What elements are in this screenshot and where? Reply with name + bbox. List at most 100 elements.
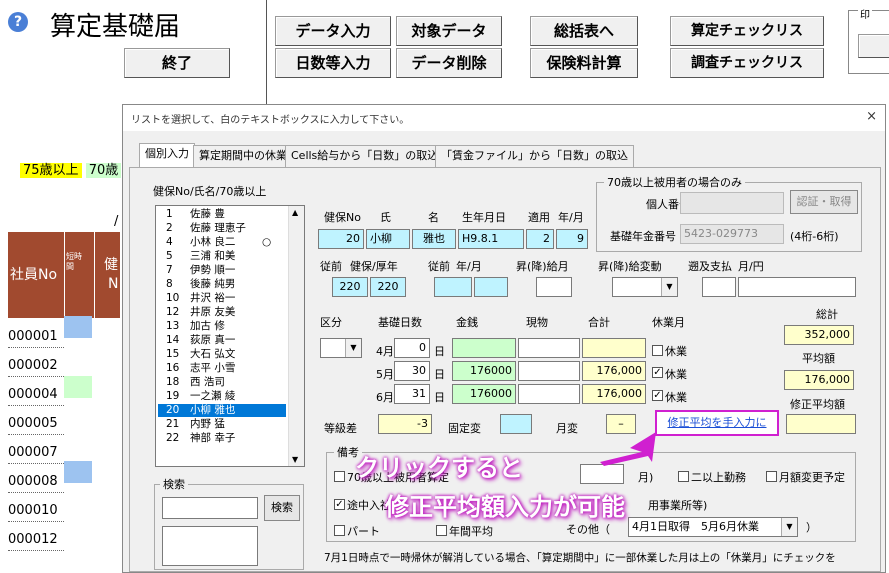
list-item[interactable]: 2 佐藤 理恵子: [158, 222, 286, 235]
list-item[interactable]: 14 荻原 真一: [158, 334, 286, 347]
list-item[interactable]: 19 一之瀬 綾: [158, 390, 286, 403]
tab-cells-import[interactable]: Cells給与から「日数」の取込: [285, 145, 445, 167]
sonota-select[interactable]: 4月1日取得 5月6月休業 ▼: [628, 517, 798, 537]
table-row[interactable]: 000008: [8, 471, 64, 493]
table-row[interactable]: 000007: [8, 442, 64, 464]
days-field[interactable]: 0: [394, 338, 430, 358]
days-field[interactable]: 31: [394, 384, 430, 404]
over70-checkbox[interactable]: [334, 471, 345, 482]
table-row[interactable]: 000005: [8, 413, 64, 435]
kubun-select[interactable]: ▼: [320, 338, 362, 358]
survey-checklist-button[interactable]: 調査チェックリス: [670, 48, 824, 78]
tekiyo-year-field[interactable]: 2: [526, 229, 554, 249]
birth-label: 生年月日: [462, 211, 506, 224]
list-item[interactable]: 7 伊勢 順一: [158, 264, 286, 277]
kyugyo-checkbox-checked[interactable]: ✓: [652, 390, 663, 401]
list-item[interactable]: 13 加古 修: [158, 320, 286, 333]
search-input[interactable]: [162, 497, 258, 519]
search-result[interactable]: [162, 526, 258, 566]
print-button[interactable]: [858, 34, 889, 58]
list-item[interactable]: 22 神部 幸子: [158, 432, 286, 445]
sokyu-label: 遡及支払: [688, 260, 732, 273]
kinsen-field[interactable]: [452, 338, 516, 358]
chevron-down-icon[interactable]: ▼: [345, 339, 361, 357]
list-item[interactable]: 8 後藤 純男: [158, 278, 286, 291]
jyuzen2-label: 従前: [428, 260, 450, 273]
list-item[interactable]: 1 佐藤 豊: [158, 208, 286, 221]
tochu-checkbox-checked[interactable]: ✓: [334, 499, 345, 510]
tab-wage-import[interactable]: 「賃金ファイル」から「日数」の取込: [435, 145, 634, 167]
list-item[interactable]: 4 小林 良二 ○: [158, 236, 286, 249]
kubun-label: 区分: [320, 316, 342, 329]
data-entry-button[interactable]: データ入力: [275, 16, 391, 46]
days-field[interactable]: 30: [394, 361, 430, 381]
list-item[interactable]: 18 西 浩司: [158, 376, 286, 389]
list-item-selected[interactable]: 20 小柳 雅也: [158, 404, 286, 417]
scroll-down-icon[interactable]: ▼: [292, 455, 298, 464]
gakugen-checkbox[interactable]: [766, 471, 777, 482]
list-item[interactable]: 12 井原 友美: [158, 306, 286, 319]
sokyu-month-field[interactable]: [702, 277, 736, 297]
chevron-down-icon[interactable]: ▼: [781, 518, 797, 536]
slash-mark: /: [114, 214, 119, 229]
annotation-line-2: 修正平均額入力が可能: [385, 493, 625, 521]
calc-checklist-button[interactable]: 算定チェックリス: [670, 16, 824, 46]
list-item[interactable]: 16 志平 小雪: [158, 362, 286, 375]
help-icon[interactable]: ?: [8, 12, 28, 32]
premium-calc-button[interactable]: 保険料計算: [530, 48, 638, 78]
kojin-bango-field[interactable]: [680, 192, 784, 214]
part-checkbox[interactable]: [334, 525, 345, 536]
list-item[interactable]: 15 大石 弘文: [158, 348, 286, 361]
kiso-nenkin-field[interactable]: 5423-029773: [680, 224, 784, 244]
tekiyo-month-field[interactable]: 9: [556, 229, 588, 249]
genbutsu-field[interactable]: [518, 384, 580, 404]
delete-data-button[interactable]: データ削除: [396, 48, 502, 78]
list-scrollbar[interactable]: ▲ ▼: [288, 206, 304, 466]
table-row[interactable]: 000002: [8, 355, 64, 377]
auth-button[interactable]: 認証・取得: [790, 190, 858, 214]
days-entry-button[interactable]: 日数等入力: [275, 48, 391, 78]
shoukou-month-field[interactable]: [536, 277, 572, 297]
first-name-field[interactable]: 雅也: [412, 229, 456, 249]
chevron-down-icon[interactable]: ▼: [661, 278, 677, 296]
table-row[interactable]: 000012: [8, 529, 64, 551]
tab-leave[interactable]: 算定期間中の休業: [193, 145, 293, 167]
jyuzen-kenpo-field[interactable]: 220: [332, 277, 368, 297]
nijou-checkbox[interactable]: [678, 471, 689, 482]
table-row[interactable]: 000001: [8, 326, 64, 348]
list-item[interactable]: 21 内野 猛: [158, 418, 286, 431]
list-item[interactable]: 5 三浦 和美: [158, 250, 286, 263]
jyuzen-month-field[interactable]: [474, 277, 508, 297]
tab-individual[interactable]: 個別入力: [139, 143, 195, 167]
goukei-field: 176,000: [582, 384, 646, 404]
target-data-button[interactable]: 対象データ: [396, 16, 502, 46]
genbutsu-field[interactable]: [518, 361, 580, 381]
exit-button[interactable]: 終了: [124, 48, 230, 78]
list-item[interactable]: 10 井沢 裕一: [158, 292, 286, 305]
summary-button[interactable]: 総括表へ: [530, 16, 638, 46]
kinsen-field[interactable]: 176000: [452, 384, 516, 404]
birth-field[interactable]: H9.8.1: [458, 229, 524, 249]
close-icon[interactable]: ×: [866, 109, 877, 124]
jyuzen-kousei-field[interactable]: 220: [370, 277, 406, 297]
table-row[interactable]: 000004: [8, 384, 64, 406]
scroll-up-icon[interactable]: ▲: [292, 208, 298, 217]
kyugyo-checkbox[interactable]: [652, 345, 663, 356]
last-name-field[interactable]: 小柳: [366, 229, 410, 249]
genbutsu-field[interactable]: [518, 338, 580, 358]
kakko-label: 月): [638, 471, 654, 484]
nenkan-checkbox[interactable]: [436, 525, 447, 536]
kyugyo-checkbox-checked[interactable]: ✓: [652, 367, 663, 378]
kotei-label: 固定変: [448, 422, 481, 435]
annotation-text: クリックすると 修正平均額入力が可能: [355, 448, 625, 522]
jyuzen-year-field[interactable]: [434, 277, 472, 297]
col-header-short: 短時間: [66, 252, 82, 271]
sokyu-amount-field[interactable]: [738, 277, 856, 297]
search-button[interactable]: 検索: [264, 495, 300, 521]
shoukou-hendo-select[interactable]: ▼: [612, 277, 678, 297]
manual-average-link[interactable]: 修正平均を手入力に: [655, 410, 779, 436]
kenpo-no-field[interactable]: 20: [318, 229, 364, 249]
day-unit-label: 日: [434, 368, 445, 381]
kinsen-field[interactable]: 176000: [452, 361, 516, 381]
table-row[interactable]: 000010: [8, 500, 64, 522]
